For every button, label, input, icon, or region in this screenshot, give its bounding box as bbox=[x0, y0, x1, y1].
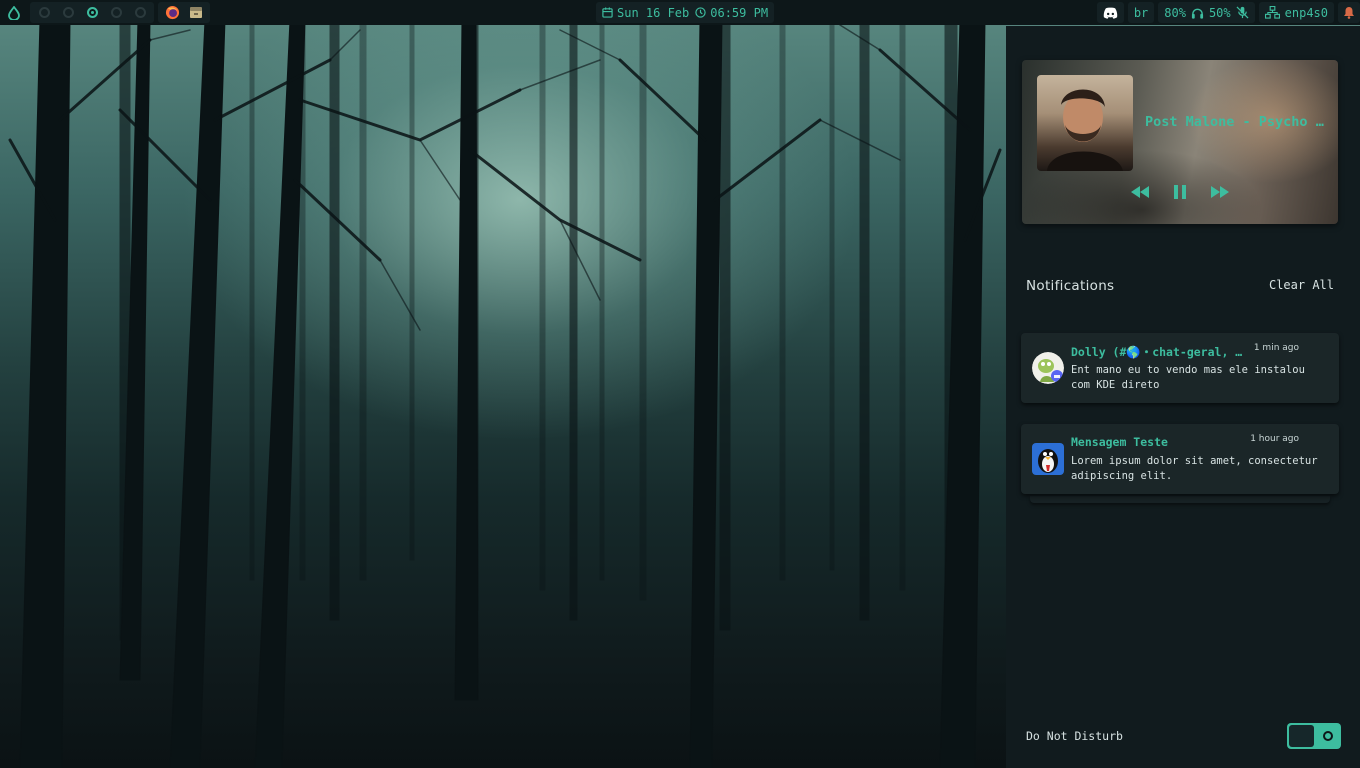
notifications-title: Notifications bbox=[1026, 278, 1115, 294]
file-manager-icon[interactable] bbox=[186, 3, 206, 23]
next-icon[interactable] bbox=[1208, 180, 1232, 204]
notification-panel: Post Malone - Psycho ft. Ty Dolla $ign N… bbox=[1006, 26, 1360, 768]
top-bar-right: br 80% 50% enp4s0 bbox=[1096, 2, 1360, 23]
workspace-switcher bbox=[30, 2, 154, 23]
discord-icon bbox=[1103, 7, 1118, 19]
do-not-disturb-label: Do Not Disturb bbox=[1026, 729, 1123, 743]
toggle-off-segment bbox=[1289, 725, 1314, 747]
bell-icon bbox=[1344, 7, 1354, 19]
workspace-3-icon[interactable] bbox=[82, 3, 102, 23]
do-not-disturb-toggle[interactable] bbox=[1287, 723, 1341, 749]
notification-card[interactable]: Dolly (#🌎・chat-geral, Linux) 1 min ago E… bbox=[1021, 333, 1339, 403]
headphones-icon bbox=[1191, 8, 1204, 19]
firefox-icon[interactable] bbox=[162, 3, 182, 23]
taskbar-apps bbox=[158, 2, 210, 23]
notification-time: 1 hour ago bbox=[1250, 434, 1299, 444]
song-title: Post Malone - Psycho ft. Ty Dolla $ign bbox=[1145, 114, 1325, 130]
top-bar-left bbox=[4, 0, 214, 25]
notification-center-button[interactable] bbox=[1338, 2, 1360, 23]
time-label: 06:59 PM bbox=[710, 5, 769, 20]
audio-widget[interactable]: 80% 50% bbox=[1158, 2, 1255, 23]
notification-body: Lorem ipsum dolor sit amet, consectetur … bbox=[1071, 455, 1318, 482]
discord-avatar bbox=[1032, 352, 1064, 384]
album-cover bbox=[1037, 75, 1133, 171]
network-widget[interactable]: enp4s0 bbox=[1258, 2, 1334, 23]
media-player: Post Malone - Psycho ft. Ty Dolla $ign bbox=[1022, 60, 1338, 224]
mic-muted-icon bbox=[1236, 6, 1249, 19]
notification-card[interactable]: Mensagem Teste 1 hour ago Lorem ipsum do… bbox=[1021, 424, 1339, 494]
calendar-icon bbox=[602, 7, 613, 18]
workspace-4-icon[interactable] bbox=[106, 3, 126, 23]
notification-body: Ent mano eu to vendo mas ele instalou co… bbox=[1071, 364, 1305, 391]
tray-discord[interactable] bbox=[1096, 2, 1124, 23]
clock-widget[interactable]: Sun 16 Feb 06:59 PM bbox=[596, 2, 775, 23]
previous-icon[interactable] bbox=[1128, 180, 1152, 204]
keyboard-layout[interactable]: br bbox=[1127, 2, 1155, 23]
clock-icon bbox=[695, 7, 706, 18]
workspace-5-icon[interactable] bbox=[130, 3, 150, 23]
notification-stack-edge bbox=[1030, 496, 1330, 503]
notification-time: 1 min ago bbox=[1253, 343, 1299, 353]
toggle-knob bbox=[1323, 731, 1333, 741]
network-label: enp4s0 bbox=[1284, 5, 1328, 20]
workspace-2-icon[interactable] bbox=[58, 3, 78, 23]
date-label: Sun 16 Feb bbox=[617, 5, 690, 20]
media-controls bbox=[1128, 180, 1232, 204]
pause-icon[interactable] bbox=[1168, 180, 1192, 204]
notification-app-name: Mensagem Teste bbox=[1071, 435, 1168, 449]
workspace-1-icon[interactable] bbox=[34, 3, 54, 23]
volume-label: 80% bbox=[1164, 5, 1186, 20]
clear-all-button[interactable]: Clear All bbox=[1269, 278, 1334, 292]
network-icon bbox=[1264, 6, 1280, 19]
mic-label: 50% bbox=[1208, 5, 1231, 20]
penguin-avatar bbox=[1032, 443, 1064, 475]
droplet-icon[interactable] bbox=[4, 3, 24, 23]
notification-app-name: Dolly (#🌎・chat-geral, Linux) bbox=[1071, 345, 1246, 359]
top-bar: Sun 16 Feb 06:59 PM br 80% 50% enp4s0 bbox=[0, 0, 1360, 25]
